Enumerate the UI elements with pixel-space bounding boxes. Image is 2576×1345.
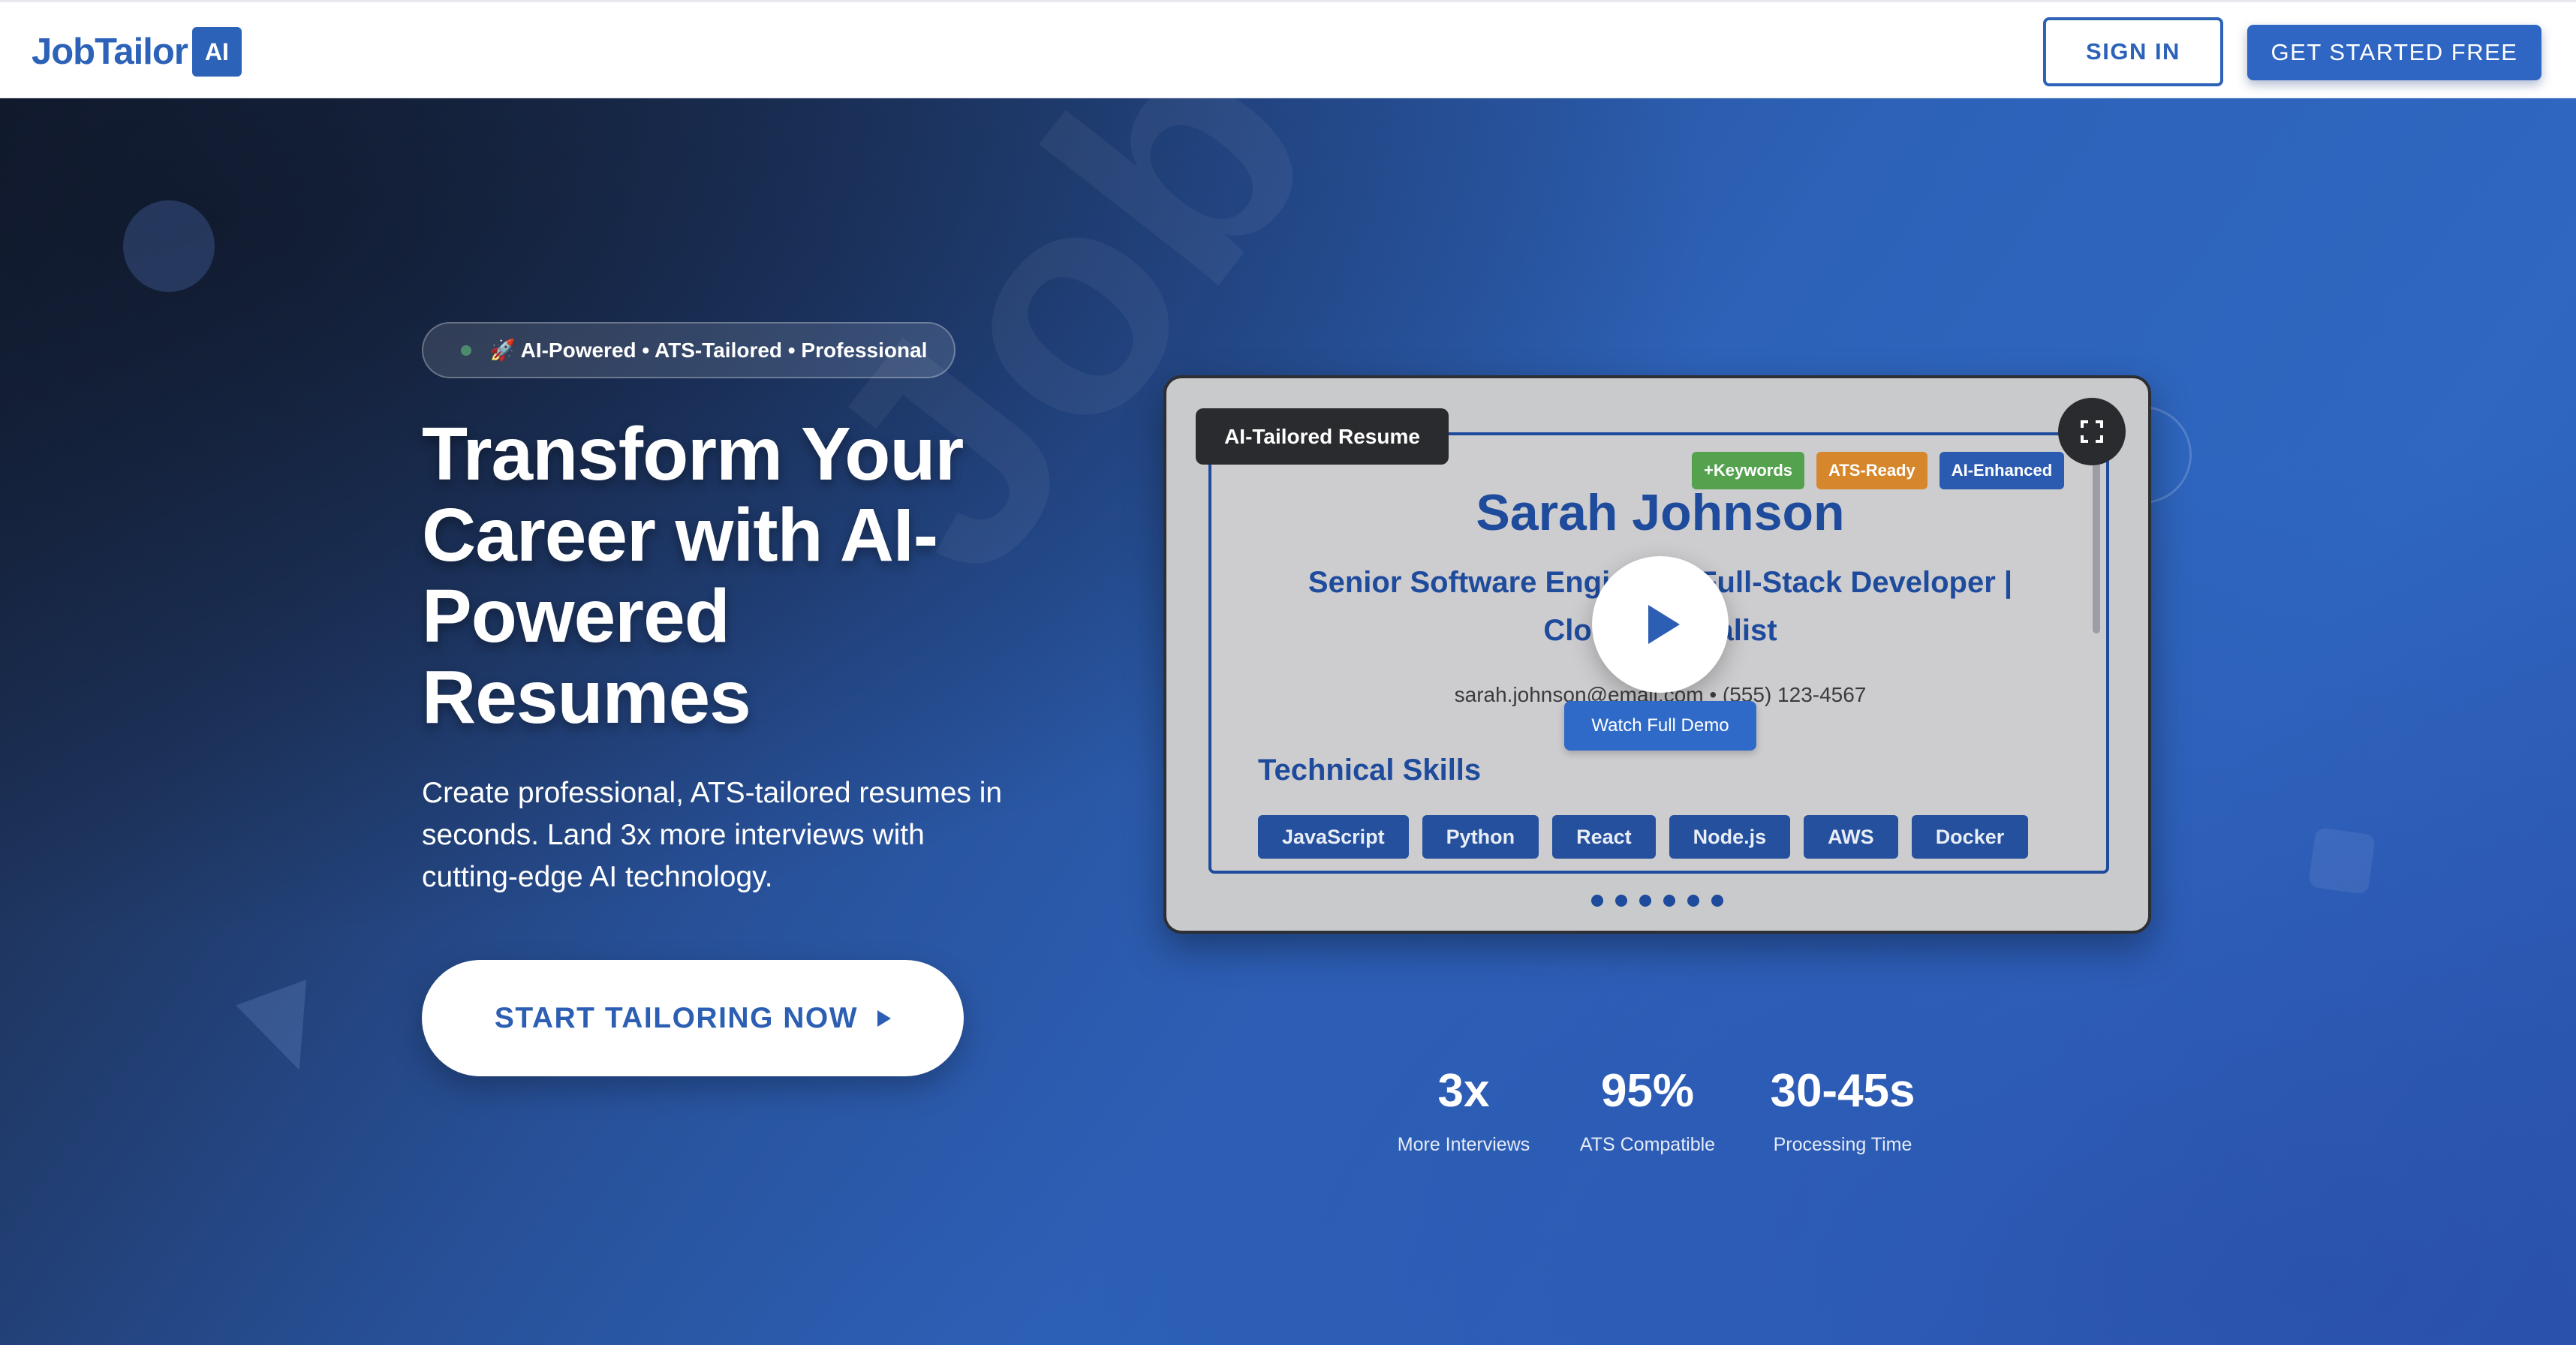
logo-badge: AI xyxy=(191,27,242,77)
slide-dot[interactable] xyxy=(1687,895,1699,907)
decorative-circle xyxy=(123,200,215,292)
play-button[interactable] xyxy=(1592,556,1729,693)
headline-line: Career with AI- xyxy=(422,493,938,577)
fullscreen-button[interactable] xyxy=(2058,398,2126,465)
start-tailoring-button[interactable]: START TAILORING NOW xyxy=(422,960,964,1076)
hero-section: JobTailor AI 🚀 AI-Powered • ATS-Tailored… xyxy=(0,98,2576,1345)
resume-scrollbar[interactable] xyxy=(2093,453,2100,633)
demo-video-card[interactable]: AI-Tailored Resume +Keywords ATS-Ready A… xyxy=(1163,375,2151,934)
stat-label: ATS Compatible xyxy=(1579,1134,1716,1155)
fullscreen-icon xyxy=(2081,420,2103,443)
skill-chip: Node.js xyxy=(1669,815,1791,859)
skills-list: JavaScript Python React Node.js AWS Dock… xyxy=(1258,815,2029,859)
feature-pill: 🚀 AI-Powered • ATS-Tailored • Profession… xyxy=(422,322,955,378)
skill-chip: Python xyxy=(1422,815,1539,859)
play-icon xyxy=(1648,605,1680,644)
cta-label: START TAILORING NOW xyxy=(494,1001,859,1034)
arrow-right-icon xyxy=(877,1010,892,1027)
slide-dot[interactable] xyxy=(1711,895,1723,907)
skills-heading: Technical Skills xyxy=(1258,754,1482,787)
headline-line: Transform Your xyxy=(422,412,964,496)
decorative-square xyxy=(2307,826,2376,895)
stat-value: 95% xyxy=(1600,1065,1695,1117)
skill-chip: React xyxy=(1552,815,1656,859)
get-started-button[interactable]: GET STARTED FREE xyxy=(2247,25,2541,80)
video-label: AI-Tailored Resume xyxy=(1196,408,1449,465)
logo-text: JobTailor xyxy=(32,32,188,72)
slide-dot[interactable] xyxy=(1591,895,1603,907)
stat-ats: 95% ATS Compatible xyxy=(1569,1064,1726,1156)
slide-indicator xyxy=(1591,895,1723,907)
resume-name: Sarah Johnson xyxy=(1476,484,1845,541)
slide-dot[interactable] xyxy=(1663,895,1675,907)
headline-line: Powered xyxy=(422,574,730,658)
skill-chip: JavaScript xyxy=(1258,815,1409,859)
hero-subtext: Create professional, ATS-tailored resume… xyxy=(422,777,1003,893)
stat-value: 30-45s xyxy=(1770,1065,1915,1117)
stat-label: Processing Time xyxy=(1773,1134,1912,1155)
stat-label: More Interviews xyxy=(1397,1134,1530,1155)
stat-interviews: 3x More Interviews xyxy=(1366,1064,1561,1156)
skill-chip: AWS xyxy=(1804,815,1898,859)
hero-headline: Transform Your Career with AI- Powered R… xyxy=(422,414,1037,738)
stat-value: 3x xyxy=(1437,1065,1490,1117)
slide-dot[interactable] xyxy=(1639,895,1651,907)
headline-line: Resumes xyxy=(422,655,751,739)
status-dot xyxy=(461,345,471,356)
sign-in-button[interactable]: SIGN IN xyxy=(2043,17,2223,86)
slide-dot[interactable] xyxy=(1615,895,1627,907)
top-navbar: JobTailor AI SIGN IN GET STARTED FREE xyxy=(0,0,2576,98)
logo[interactable]: JobTailor AI xyxy=(32,27,242,77)
watch-demo-button[interactable]: Watch Full Demo xyxy=(1564,701,1756,751)
feature-pill-text: 🚀 AI-Powered • ATS-Tailored • Profession… xyxy=(489,339,928,362)
stat-processing: 30-45s Processing Time xyxy=(1749,1064,1937,1156)
skill-chip: Docker xyxy=(1911,815,2029,859)
